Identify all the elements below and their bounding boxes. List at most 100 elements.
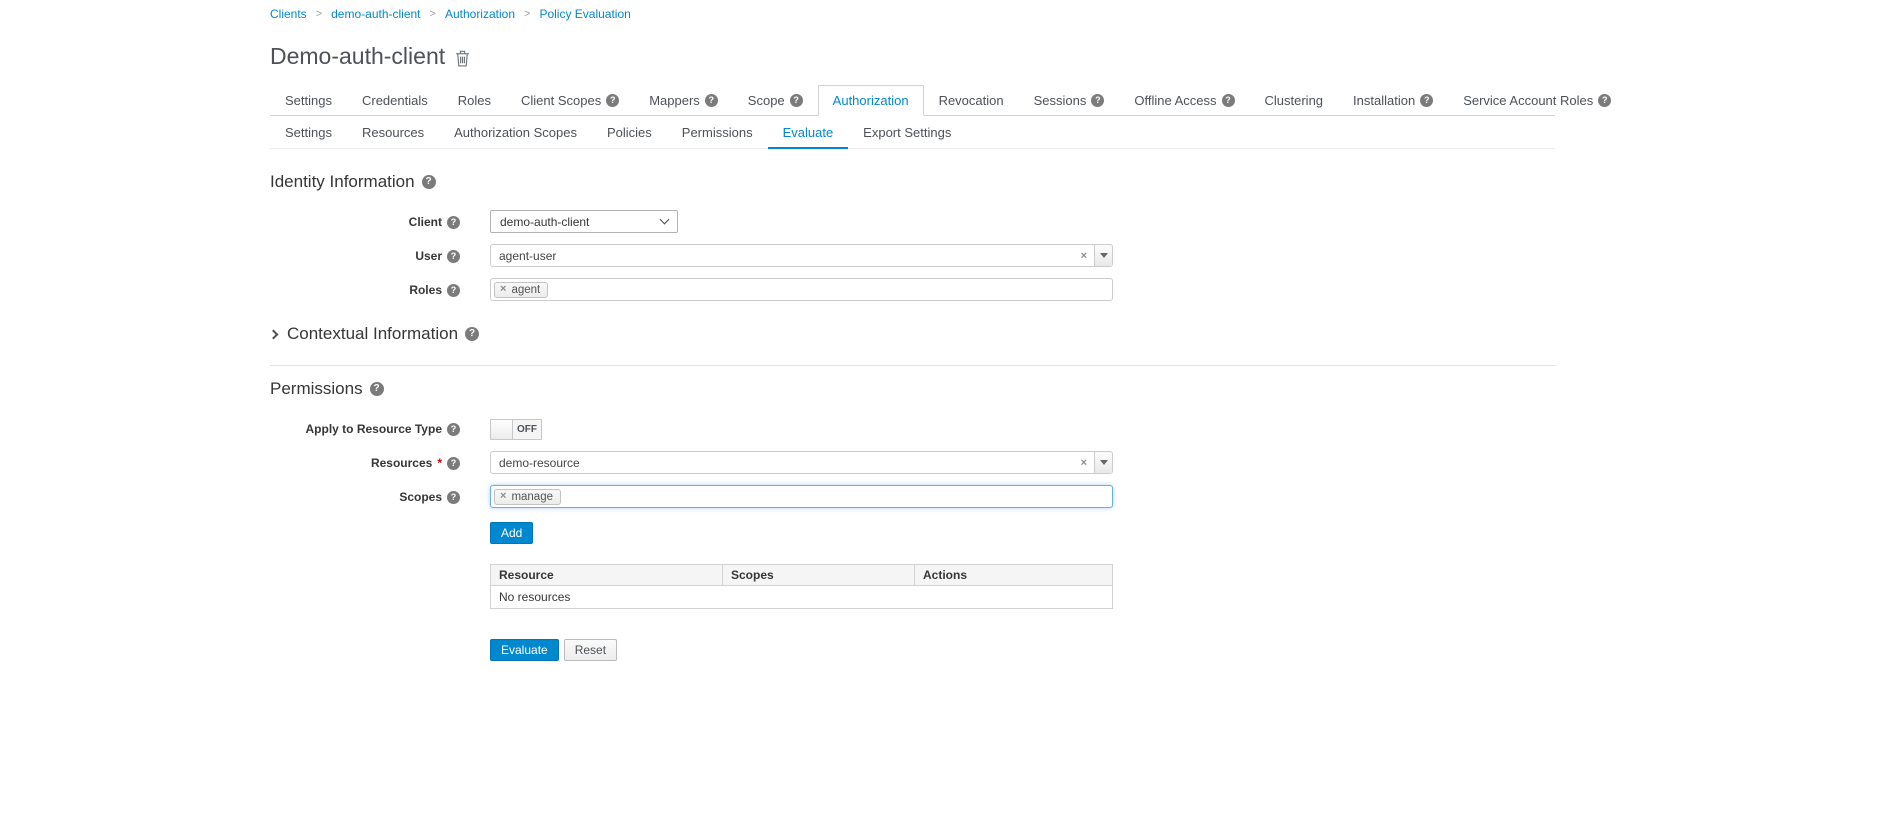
remove-tag-icon[interactable]	[500, 491, 506, 502]
section-title: Identity Information	[270, 172, 415, 192]
help-icon[interactable]	[447, 491, 460, 504]
breadcrumb-item: Clients	[270, 7, 307, 21]
identity-information-heading: Identity Information	[270, 172, 1555, 192]
column-header-resource: Resource	[491, 565, 723, 586]
tab-service-account-roles[interactable]: Service Account Roles	[1448, 85, 1626, 116]
subtab-settings[interactable]: Settings	[270, 116, 347, 149]
tab-revocation[interactable]: Revocation	[924, 85, 1019, 116]
help-icon[interactable]	[705, 94, 718, 107]
field-control: OFF	[490, 417, 542, 440]
tab-label: Clustering	[1265, 93, 1324, 108]
tab-label: Service Account Roles	[1463, 93, 1593, 108]
tab-label: Authorization	[833, 93, 909, 108]
tab-offline-access[interactable]: Offline Access	[1119, 85, 1249, 116]
help-icon[interactable]	[1420, 94, 1433, 107]
apply-resource-type-toggle[interactable]: OFF	[490, 419, 542, 440]
scope-tag: manage	[494, 489, 561, 505]
scopes-field-row: Scopes manage	[270, 485, 1555, 508]
help-icon[interactable]	[422, 175, 436, 189]
tab-clustering[interactable]: Clustering	[1250, 85, 1339, 116]
tab-sessions[interactable]: Sessions	[1019, 85, 1120, 116]
dropdown-toggle-button[interactable]	[1094, 245, 1112, 266]
resources-table: Resource Scopes Actions No resources	[490, 564, 1113, 609]
tab-label: Roles	[458, 93, 491, 108]
subtab-authorization-scopes[interactable]: Authorization Scopes	[439, 116, 592, 149]
field-label-text: Client	[409, 215, 442, 229]
client-label: Client	[270, 210, 460, 229]
help-icon[interactable]	[790, 94, 803, 107]
field-control: manage	[490, 485, 1113, 508]
tab-settings[interactable]: Settings	[270, 85, 347, 116]
user-select[interactable]: agent-user	[490, 244, 1113, 267]
help-icon[interactable]	[465, 327, 479, 341]
scopes-multiselect[interactable]: manage	[490, 485, 1113, 508]
chevron-right-icon	[269, 329, 279, 339]
add-row: Add	[490, 522, 1555, 544]
remove-tag-icon[interactable]	[500, 284, 506, 295]
tab-credentials[interactable]: Credentials	[347, 85, 443, 116]
tab-label: Installation	[1353, 93, 1415, 108]
reset-button[interactable]: Reset	[564, 639, 617, 661]
help-icon[interactable]	[1222, 94, 1235, 107]
permissions-heading: Permissions	[270, 379, 1555, 399]
tab-client-scopes[interactable]: Client Scopes	[506, 85, 634, 116]
tab-label: Mappers	[649, 93, 700, 108]
required-indicator	[437, 456, 442, 470]
subtab-export-settings[interactable]: Export Settings	[848, 116, 966, 149]
authorization-sub-tabs: Settings Resources Authorization Scopes …	[270, 116, 1555, 149]
add-button[interactable]: Add	[490, 522, 533, 544]
section-divider	[270, 365, 1555, 366]
resources-table-wrap: Resource Scopes Actions No resources	[490, 564, 1555, 609]
help-icon[interactable]	[447, 250, 460, 263]
dropdown-toggle-button[interactable]	[1094, 452, 1112, 473]
tab-mappers[interactable]: Mappers	[634, 85, 733, 116]
field-label-text: User	[415, 249, 442, 263]
tab-scope[interactable]: Scope	[733, 85, 818, 116]
subtab-evaluate[interactable]: Evaluate	[768, 116, 849, 149]
evaluate-button[interactable]: Evaluate	[490, 639, 559, 661]
subtab-permissions[interactable]: Permissions	[667, 116, 768, 149]
tab-label: Offline Access	[1134, 93, 1216, 108]
roles-field-row: Roles agent	[270, 278, 1555, 301]
help-icon[interactable]	[447, 423, 460, 436]
roles-label: Roles	[270, 278, 460, 297]
tab-roles[interactable]: Roles	[443, 85, 506, 116]
form-actions: Evaluate Reset	[490, 639, 1555, 821]
subtab-policies[interactable]: Policies	[592, 116, 667, 149]
clear-selection-icon[interactable]	[1074, 452, 1094, 473]
resources-select[interactable]: demo-resource	[490, 451, 1113, 474]
apply-resource-type-row: Apply to Resource Type OFF	[270, 417, 1555, 440]
page-content: Clients demo-auth-client Authorization P…	[270, 0, 1555, 821]
caret-down-icon	[1100, 460, 1108, 465]
tab-label: Revocation	[939, 93, 1004, 108]
breadcrumb-demo-auth-client[interactable]: demo-auth-client	[331, 7, 420, 21]
contextual-information-heading[interactable]: Contextual Information	[270, 324, 1555, 344]
breadcrumb-policy-evaluation[interactable]: Policy Evaluation	[539, 7, 630, 21]
breadcrumb-item: demo-auth-client	[307, 7, 421, 21]
breadcrumb-authorization[interactable]: Authorization	[445, 7, 515, 21]
help-icon[interactable]	[447, 216, 460, 229]
help-icon[interactable]	[370, 382, 384, 396]
subtab-resources[interactable]: Resources	[347, 116, 439, 149]
tab-installation[interactable]: Installation	[1338, 85, 1448, 116]
column-header-actions: Actions	[915, 565, 1113, 586]
tab-authorization[interactable]: Authorization	[818, 85, 924, 116]
help-icon[interactable]	[447, 457, 460, 470]
scopes-label: Scopes	[270, 485, 460, 504]
clear-selection-icon[interactable]	[1074, 245, 1094, 266]
roles-multiselect[interactable]: agent	[490, 278, 1113, 301]
help-icon[interactable]	[606, 94, 619, 107]
tab-label: Client Scopes	[521, 93, 601, 108]
breadcrumb-clients[interactable]: Clients	[270, 7, 307, 21]
field-control: agent-user	[490, 244, 1113, 267]
column-header-scopes: Scopes	[723, 565, 915, 586]
breadcrumb: Clients demo-auth-client Authorization P…	[270, 7, 1555, 21]
field-control: demo-auth-client	[490, 210, 678, 233]
help-icon[interactable]	[447, 284, 460, 297]
client-select[interactable]: demo-auth-client	[490, 210, 678, 233]
help-icon[interactable]	[1598, 94, 1611, 107]
apply-resource-type-label: Apply to Resource Type	[270, 417, 460, 436]
help-icon[interactable]	[1091, 94, 1104, 107]
resources-label: Resources	[270, 451, 460, 470]
delete-client-icon[interactable]	[455, 50, 470, 67]
